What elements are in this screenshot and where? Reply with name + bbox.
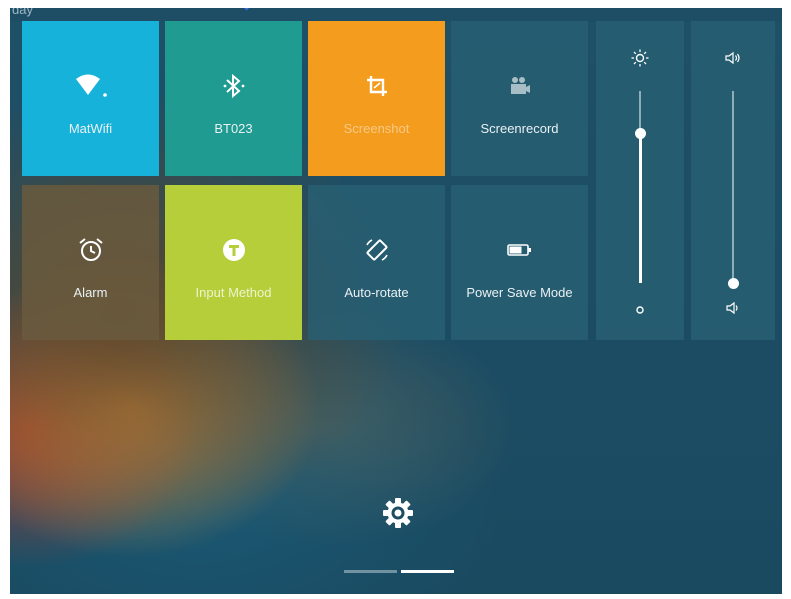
screenrecord-tile-label: Screenrecord: [480, 121, 559, 136]
bluetooth-tile-label: BT023: [214, 121, 253, 136]
auto-rotate-tile[interactable]: Auto-rotate: [308, 185, 445, 340]
input-method-tile[interactable]: Input Method: [165, 185, 302, 340]
brightness-slider-panel: [596, 21, 684, 340]
bluetooth-tile[interactable]: BT023: [165, 21, 302, 176]
wifi-icon: [22, 71, 159, 101]
screenrecord-tile[interactable]: Screenrecord: [451, 21, 588, 176]
quick-settings-screen: day ◆ MatWifi BT023 S: [10, 8, 782, 594]
wifi-tile-label: MatWifi: [68, 121, 113, 136]
wifi-tile[interactable]: MatWifi: [22, 21, 159, 176]
screen-rotation-icon: [308, 235, 445, 265]
auto-rotate-tile-label: Auto-rotate: [344, 285, 409, 300]
alarm-tile[interactable]: Alarm: [22, 185, 159, 340]
brightness-slider-knob[interactable]: [634, 127, 646, 139]
alarm-tile-label: Alarm: [73, 285, 108, 300]
page-indicator-2[interactable]: [401, 570, 454, 573]
small-circle-icon: [596, 303, 684, 318]
battery-icon: [451, 235, 588, 265]
video-camera-icon: [451, 71, 588, 101]
power-save-tile-label: Power Save Mode: [466, 285, 573, 300]
speaker-icon: [691, 51, 775, 68]
crop-icon: [308, 71, 445, 101]
bluetooth-icon: [165, 71, 302, 101]
gear-icon: [383, 498, 413, 528]
brightness-slider-fill: [638, 133, 642, 283]
status-bar-text: day: [12, 8, 33, 17]
speaker-low-icon: [691, 301, 775, 318]
alarm-clock-icon: [22, 235, 159, 265]
input-method-icon: [165, 235, 302, 265]
power-save-tile[interactable]: Power Save Mode: [451, 185, 588, 340]
volume-slider-panel: [691, 21, 775, 340]
sun-icon: [596, 49, 684, 70]
page-indicator-1[interactable]: [344, 570, 397, 573]
settings-button[interactable]: [381, 496, 415, 530]
screenshot-tile-label: Screenshot: [343, 121, 410, 136]
volume-slider-track[interactable]: [732, 91, 734, 283]
status-bar: [10, 8, 782, 22]
screenshot-tile[interactable]: Screenshot: [308, 21, 445, 176]
input-method-tile-label: Input Method: [195, 285, 272, 300]
volume-slider-knob[interactable]: [727, 277, 739, 289]
status-indicator-icon: ◆: [242, 8, 251, 12]
